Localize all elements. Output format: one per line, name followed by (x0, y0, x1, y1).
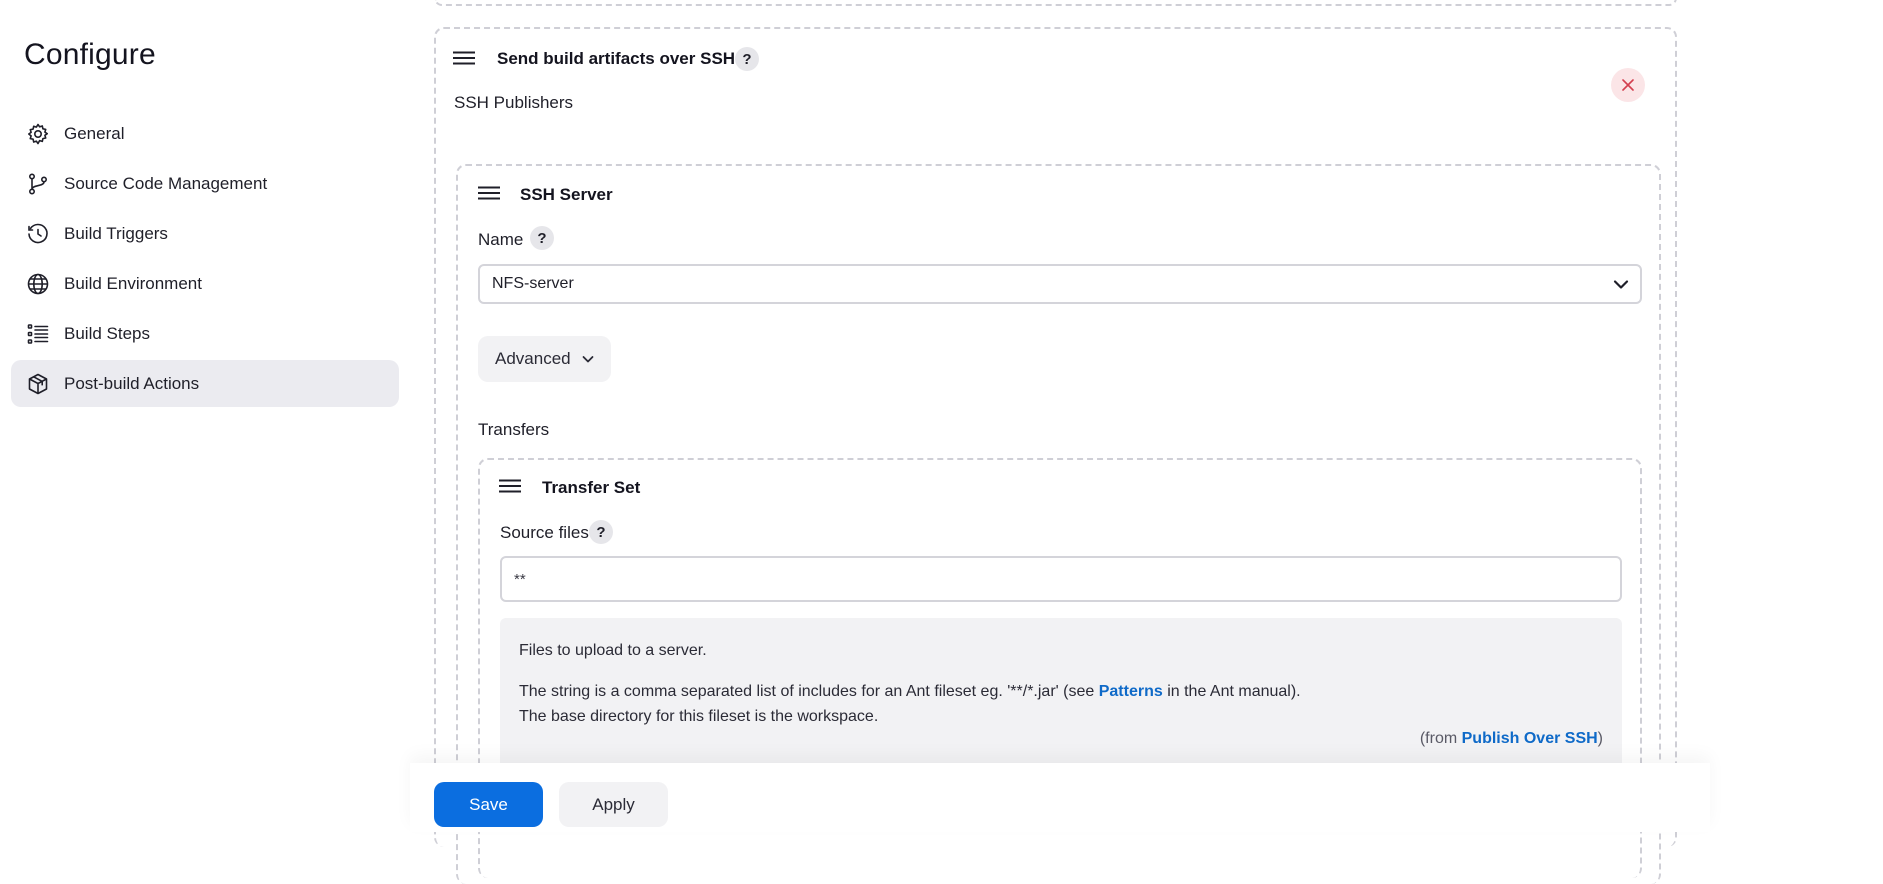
chevron-down-icon (1613, 280, 1629, 289)
server-name-select[interactable]: NFS-server (478, 264, 1642, 304)
help-text: The string is a comma separated list of … (519, 679, 1603, 704)
help-text-segment: The string is a comma separated list of … (519, 683, 1099, 700)
sidebar-item-label: Post-build Actions (64, 373, 200, 393)
patterns-link[interactable]: Patterns (1099, 683, 1163, 700)
clock-icon (25, 221, 51, 247)
source-files-help-panel: Files to upload to a server. The string … (500, 618, 1622, 773)
close-icon (1622, 79, 1634, 91)
help-button[interactable]: ? (589, 520, 613, 544)
page-title: Configure (24, 38, 156, 71)
help-text: Files to upload to a server. (519, 642, 707, 659)
sidebar-item-label: Build Steps (64, 323, 150, 343)
advanced-button[interactable]: Advanced (478, 336, 611, 382)
drag-handle-icon[interactable] (453, 51, 475, 65)
main-content: Send build artifacts over SSH ? SSH Publ… (434, 0, 1680, 884)
sidebar-item-label: Build Environment (64, 273, 202, 293)
sidebar-item-label: Source Code Management (64, 173, 268, 193)
transfer-set-title: Transfer Set (542, 478, 641, 497)
close-button[interactable] (1611, 68, 1645, 102)
package-icon (25, 371, 51, 397)
help-button[interactable]: ? (530, 226, 554, 250)
drag-handle-icon[interactable] (499, 479, 521, 493)
sidebar-nav: General Source Code Management Build Tri… (11, 110, 399, 410)
source-files-input[interactable] (500, 556, 1622, 602)
help-text: The base directory for this fileset is t… (519, 708, 879, 725)
server-name-value: NFS-server (492, 275, 574, 292)
help-button[interactable]: ? (735, 47, 759, 71)
sidebar: Configure General Source Code Management (0, 0, 410, 832)
sidebar-item-label: Build Triggers (64, 223, 168, 243)
chevron-down-icon (582, 356, 594, 363)
sidebar-item-label: General (64, 123, 125, 143)
branch-icon (25, 171, 51, 197)
ssh-publishers-label: SSH Publishers (454, 93, 574, 112)
gear-icon (25, 121, 51, 147)
sidebar-item-build-environment[interactable]: Build Environment (11, 260, 399, 307)
publish-over-ssh-link[interactable]: Publish Over SSH (1462, 730, 1598, 747)
help-source-suffix: ) (1597, 730, 1603, 747)
sidebar-item-post-build-actions[interactable]: Post-build Actions (11, 360, 399, 407)
publisher-section: Send build artifacts over SSH ? SSH Publ… (434, 27, 1677, 884)
sidebar-item-source-code-management[interactable]: Source Code Management (11, 160, 399, 207)
apply-button[interactable]: Apply (559, 782, 668, 827)
globe-icon (25, 271, 51, 297)
previous-section-border (434, 0, 1677, 6)
help-source-prefix: (from (1419, 730, 1462, 747)
bottom-action-bar: Save Apply (410, 763, 1710, 832)
help-source: (from Publish Over SSH) (1420, 730, 1603, 748)
save-button[interactable]: Save (434, 782, 543, 827)
source-files-label: Source files (500, 523, 589, 542)
drag-handle-icon[interactable] (478, 186, 500, 200)
list-icon (25, 321, 51, 347)
sidebar-item-general[interactable]: General (11, 110, 399, 157)
sidebar-item-build-steps[interactable]: Build Steps (11, 310, 399, 357)
advanced-label: Advanced (495, 349, 571, 368)
name-label: Name (478, 230, 524, 249)
sidebar-item-build-triggers[interactable]: Build Triggers (11, 210, 399, 257)
publisher-title: Send build artifacts over SSH (497, 49, 736, 68)
ssh-server-title: SSH Server (520, 185, 613, 204)
help-text-segment: in the Ant manual). (1162, 683, 1301, 700)
transfers-label: Transfers (478, 420, 550, 439)
